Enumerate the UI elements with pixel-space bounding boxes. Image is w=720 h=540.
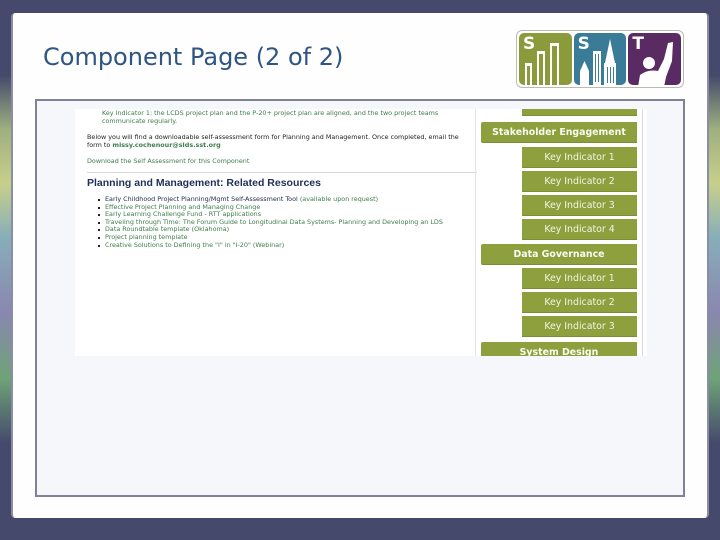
bar-chart-icon — [525, 43, 559, 85]
ssst-logo: S S T — [516, 30, 684, 88]
nav-item-key-indicator-3[interactable]: Key Indicator 3 — [522, 195, 637, 216]
nav-item-key-indicator-3[interactable]: Key Indicator 3 — [522, 316, 637, 337]
resources-heading: Planning and Management: Related Resourc… — [87, 177, 321, 190]
nav-item-key-indicator-4[interactable]: Key Indicator 4 — [522, 219, 637, 240]
right-edge-gradient — [708, 0, 720, 540]
embedded-webpage-screenshot: Key Indicator 1: the LCDS project plan a… — [75, 109, 647, 356]
raised-fist-person-icon — [638, 42, 674, 85]
logo-tile-t: T — [628, 33, 682, 85]
resource-link[interactable]: Creative Solutions to Defining the "I" i… — [105, 241, 284, 249]
nav-item-key-indicator-2[interactable]: Key Indicator 2 — [522, 292, 637, 313]
nav-rail — [642, 109, 643, 356]
download-self-assessment-link[interactable]: Download the Self Assessment for this Co… — [87, 157, 475, 165]
self-assessment-intro: Below you will find a downloadable self-… — [87, 133, 475, 150]
nav-item-key-indicator-2[interactable]: Key Indicator 2 — [522, 171, 637, 192]
nav-item-key-indicator-1[interactable]: Key Indicator 1 — [522, 268, 637, 289]
component-nav-menu: Stakeholder Engagement Key Indicator 1 K… — [475, 109, 647, 356]
email-link[interactable]: missy.cochenour@slds.sst.org — [112, 141, 220, 149]
nav-section-system-design[interactable]: System Design — [481, 342, 637, 356]
divider — [87, 172, 477, 174]
key-indicator-text: Key Indicator 1: the LCDS project plan a… — [102, 109, 439, 126]
logo-tile-s1: S — [519, 33, 572, 85]
component-content: Key Indicator 1: the LCDS project plan a… — [75, 109, 477, 356]
logo-tile-s2: S — [573, 33, 627, 85]
nav-item-key-indicator-1[interactable]: Key Indicator 1 — [522, 147, 637, 168]
city-skyline-icon — [579, 39, 616, 85]
nav-section-stakeholder-engagement[interactable]: Stakeholder Engagement — [481, 122, 637, 143]
slide-title: Component Page (2 of 2) — [43, 43, 344, 71]
resource-note: (available upon request) — [299, 195, 379, 204]
nav-section-data-governance[interactable]: Data Governance — [481, 244, 637, 265]
nav-item-previous[interactable] — [522, 109, 637, 116]
resource-item[interactable]: Creative Solutions to Defining the "I" i… — [98, 241, 475, 250]
resources-list: Early Childhood Project Planning/Mgmt Se… — [87, 195, 475, 250]
